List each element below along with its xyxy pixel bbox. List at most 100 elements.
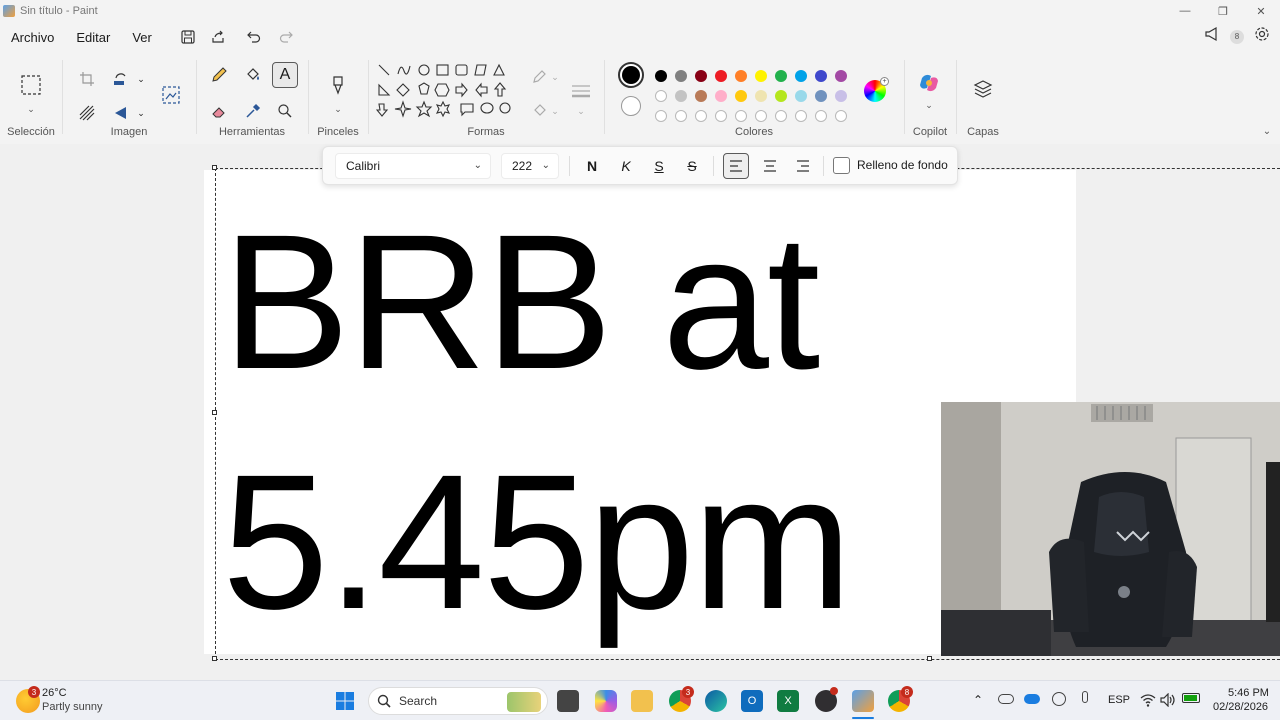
- close-button[interactable]: ✕: [1242, 0, 1280, 22]
- task-view-icon[interactable]: [557, 690, 579, 712]
- custom-color-slot[interactable]: [755, 110, 767, 122]
- edit-colors-icon[interactable]: +: [864, 77, 889, 102]
- color-swatch[interactable]: [775, 70, 787, 82]
- save-icon[interactable]: [177, 26, 199, 48]
- notification-badge[interactable]: 8: [1230, 29, 1244, 44]
- image-select-icon[interactable]: [158, 82, 184, 108]
- color-picker-icon[interactable]: [240, 98, 266, 124]
- ribbon-collapse-chevron-icon[interactable]: ⌄: [1254, 118, 1280, 144]
- custom-color-slot[interactable]: [735, 110, 747, 122]
- language-indicator[interactable]: ESP: [1108, 694, 1130, 706]
- color-swatch[interactable]: [675, 90, 687, 102]
- flip-chevron-icon[interactable]: ⌄: [128, 100, 154, 126]
- text-tool-icon[interactable]: A: [272, 62, 298, 88]
- custom-color-slot[interactable]: [815, 110, 827, 122]
- align-center-button[interactable]: [757, 153, 783, 179]
- color-swatch[interactable]: [695, 90, 707, 102]
- onedrive-icon[interactable]: [998, 694, 1014, 704]
- canvas-text-line-1[interactable]: BRB at: [222, 206, 820, 398]
- color-swatch[interactable]: [795, 70, 807, 82]
- custom-color-slot[interactable]: [675, 110, 687, 122]
- align-left-button[interactable]: [723, 153, 749, 179]
- microphone-icon[interactable]: [1082, 691, 1088, 703]
- color-swatch[interactable]: [715, 70, 727, 82]
- layers-icon[interactable]: [970, 76, 996, 102]
- bold-button[interactable]: N: [579, 153, 605, 179]
- selection-chevron-icon[interactable]: ⌄: [18, 96, 44, 122]
- color-swatch[interactable]: [735, 90, 747, 102]
- outline-chevron-icon[interactable]: ⌄: [542, 64, 568, 90]
- custom-color-slot[interactable]: [655, 110, 667, 122]
- font-size-dropdown[interactable]: 222 ⌄: [501, 153, 559, 179]
- redo-icon[interactable]: [275, 26, 297, 48]
- menu-archivo[interactable]: Archivo: [0, 30, 65, 45]
- resize-handle[interactable]: [212, 165, 217, 170]
- italic-button[interactable]: K: [613, 153, 639, 179]
- color-swatch[interactable]: [835, 90, 847, 102]
- custom-color-slot[interactable]: [695, 110, 707, 122]
- copilot-chevron-icon[interactable]: ⌄: [916, 92, 942, 118]
- color-swatch[interactable]: [755, 70, 767, 82]
- font-family-dropdown[interactable]: Calibri ⌄: [335, 153, 491, 179]
- shape-fill-chevron-icon[interactable]: ⌄: [542, 98, 568, 124]
- stroke-size-chevron-icon[interactable]: ⌄: [568, 98, 594, 124]
- wifi-icon[interactable]: [1140, 693, 1156, 707]
- rotate-chevron-icon[interactable]: ⌄: [128, 66, 154, 92]
- align-right-button[interactable]: [790, 153, 816, 179]
- menu-ver[interactable]: Ver: [121, 30, 163, 45]
- resize-handle[interactable]: [927, 656, 932, 661]
- paint-taskbar-icon[interactable]: [852, 690, 874, 712]
- color-swatch[interactable]: [735, 70, 747, 82]
- brush-icon[interactable]: [325, 72, 351, 98]
- strikethrough-button[interactable]: S: [679, 153, 705, 179]
- color-swatch[interactable]: [775, 90, 787, 102]
- custom-color-slot[interactable]: [795, 110, 807, 122]
- color-swatch[interactable]: [755, 90, 767, 102]
- clock-time[interactable]: 5:46 PM: [1228, 687, 1269, 699]
- color-swatch[interactable]: [695, 70, 707, 82]
- menu-editar[interactable]: Editar: [65, 30, 121, 45]
- settings-gear-icon[interactable]: [1254, 26, 1270, 47]
- color-swatch[interactable]: [815, 90, 827, 102]
- custom-color-slot[interactable]: [775, 110, 787, 122]
- weather-temp[interactable]: 26°C: [42, 687, 67, 699]
- share-icon[interactable]: [207, 26, 229, 48]
- clock-date[interactable]: 02/28/2026: [1213, 701, 1268, 713]
- resize-handle[interactable]: [212, 656, 217, 661]
- taskbar-search[interactable]: Search: [368, 687, 548, 715]
- undo-icon[interactable]: [243, 26, 265, 48]
- fill-bucket-icon[interactable]: [240, 62, 266, 88]
- underline-button[interactable]: S: [646, 153, 672, 179]
- shapes-gallery-icon[interactable]: [376, 62, 520, 124]
- color-swatch[interactable]: [835, 70, 847, 82]
- magnifier-icon[interactable]: [272, 98, 298, 124]
- edge-icon[interactable]: [705, 690, 727, 712]
- cloud-icon[interactable]: [1024, 694, 1040, 704]
- color-swatch[interactable]: [795, 90, 807, 102]
- minimize-button[interactable]: —: [1166, 0, 1204, 22]
- copilot-app-icon[interactable]: [595, 690, 617, 712]
- canvas-text-line-2[interactable]: 5.45pm: [222, 446, 852, 638]
- custom-color-slot[interactable]: [835, 110, 847, 122]
- crop-icon[interactable]: [74, 66, 100, 92]
- outlook-icon[interactable]: O: [741, 690, 763, 712]
- primary-color-ring[interactable]: [618, 62, 644, 88]
- excel-icon[interactable]: X: [777, 690, 799, 712]
- volume-icon[interactable]: [1160, 693, 1176, 707]
- color-swatch[interactable]: [675, 70, 687, 82]
- secondary-color[interactable]: [621, 96, 641, 116]
- selection-rect-icon[interactable]: [18, 72, 44, 98]
- eraser-icon[interactable]: [206, 98, 232, 124]
- weather-desc[interactable]: Partly sunny: [42, 701, 103, 713]
- brush-chevron-icon[interactable]: ⌄: [325, 96, 351, 122]
- battery-icon[interactable]: [1182, 693, 1200, 703]
- color-swatch[interactable]: [815, 70, 827, 82]
- windows-start-icon[interactable]: [334, 690, 356, 712]
- resize-pattern-icon[interactable]: [74, 100, 100, 126]
- tray-chevron-up-icon[interactable]: ⌃: [973, 693, 983, 707]
- custom-color-slot[interactable]: [715, 110, 727, 122]
- resize-handle[interactable]: [212, 410, 217, 415]
- tray-app-icon[interactable]: [1052, 692, 1066, 706]
- color-swatch[interactable]: [715, 90, 727, 102]
- announcement-icon[interactable]: [1204, 26, 1220, 47]
